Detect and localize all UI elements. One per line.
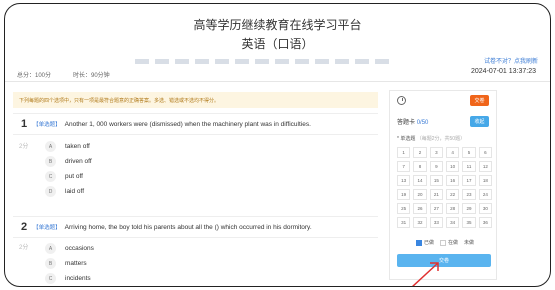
question-cell[interactable]: 9 bbox=[429, 161, 443, 172]
question-cell[interactable]: 12 bbox=[478, 161, 492, 172]
current-swatch-icon bbox=[440, 239, 447, 246]
option-d[interactable]: D laid off bbox=[45, 186, 84, 197]
legend-current: 在做 bbox=[440, 239, 458, 246]
option-text: occasions bbox=[65, 245, 94, 252]
question-cell[interactable]: 4 bbox=[445, 147, 460, 158]
legend-undone: 未做 bbox=[464, 239, 474, 246]
question-cell[interactable]: 2 bbox=[413, 147, 427, 158]
question-cell[interactable]: 25 bbox=[397, 203, 411, 214]
option-letter: C bbox=[45, 273, 56, 284]
clock-icon bbox=[397, 96, 406, 105]
answer-card-label: 答题卡 bbox=[397, 120, 416, 126]
question-cell[interactable]: 17 bbox=[462, 175, 476, 186]
option-letter: A bbox=[45, 243, 56, 254]
option-text: laid off bbox=[65, 188, 85, 195]
question-header: 1 【单选题】 Another 1, 000 workers were (dis… bbox=[13, 113, 378, 135]
question-cell[interactable]: 23 bbox=[462, 189, 476, 200]
question-number: 2 bbox=[21, 221, 28, 233]
question-cell[interactable]: 16 bbox=[445, 175, 460, 186]
question-cell[interactable]: 36 bbox=[478, 217, 492, 228]
legend-label: 未做 bbox=[464, 240, 475, 246]
option-text: incidents bbox=[65, 275, 91, 282]
question-type: 【单选题】 bbox=[33, 225, 61, 231]
legend-label: 已做 bbox=[424, 240, 435, 246]
question-cell[interactable]: 7 bbox=[397, 161, 411, 172]
page-header: 高等学历继续教育在线学习平台 英语（口语） 试卷不对？点我刷新 总分：100分 … bbox=[5, 4, 550, 82]
option-letter: B bbox=[45, 156, 56, 167]
question-points: 2分 bbox=[19, 245, 29, 251]
total-score: 总分：100分 bbox=[17, 73, 52, 79]
question-cell[interactable]: 3 bbox=[429, 147, 443, 158]
question-cell[interactable]: 13 bbox=[397, 175, 411, 186]
question-cell[interactable]: 8 bbox=[413, 161, 427, 172]
time-limit: 时长：90分钟 bbox=[73, 73, 110, 79]
platform-title: 高等学历继续教育在线学习平台 bbox=[193, 18, 362, 32]
question-cell[interactable]: 14 bbox=[413, 175, 427, 186]
option-text: taken off bbox=[65, 143, 90, 150]
option-letter: C bbox=[45, 171, 56, 182]
question-cell[interactable]: 26 bbox=[413, 203, 427, 214]
question-cell[interactable]: 10 bbox=[445, 161, 460, 172]
question-cell[interactable]: 29 bbox=[462, 203, 476, 214]
question-cell[interactable]: 32 bbox=[413, 217, 427, 228]
question-cell[interactable]: 28 bbox=[445, 203, 460, 214]
question-cell[interactable]: 20 bbox=[413, 189, 427, 200]
answer-card-title: 答题卡 0/50 bbox=[397, 117, 428, 126]
blurred-info bbox=[135, 59, 395, 64]
question-cell[interactable]: 22 bbox=[445, 189, 460, 200]
question-number: 1 bbox=[21, 118, 28, 130]
instructions-banner: 下列每题的四个选项中，只有一项是最符合题意的正确答案。多选、错选或不选均不得分。 bbox=[13, 92, 378, 108]
option-text: matters bbox=[65, 260, 87, 267]
submit-exam-button[interactable]: 交卷 bbox=[470, 95, 489, 106]
answer-card-panel: 交卷 答题卡 0/50 收起 * 单选题 （每题2分，共50题） 1234567… bbox=[389, 90, 497, 280]
section-label: * 单选题 bbox=[397, 136, 416, 142]
question-cell[interactable]: 1 bbox=[397, 147, 411, 158]
question-cell[interactable]: 6 bbox=[478, 147, 492, 158]
option-letter: B bbox=[45, 258, 56, 269]
question-cell[interactable]: 5 bbox=[462, 147, 476, 158]
question-type: 【单选题】 bbox=[33, 122, 61, 128]
option-a[interactable]: A occasions bbox=[45, 243, 94, 254]
option-letter: A bbox=[45, 141, 56, 152]
option-c[interactable]: C incidents bbox=[45, 273, 91, 284]
option-c[interactable]: C put off bbox=[45, 171, 83, 182]
question-cell[interactable]: 24 bbox=[478, 189, 492, 200]
question-cell[interactable]: 35 bbox=[462, 217, 476, 228]
question-cell[interactable]: 11 bbox=[462, 161, 476, 172]
question-cell[interactable]: 15 bbox=[429, 175, 443, 186]
question-text: Arriving home, the boy told his parents … bbox=[64, 223, 312, 231]
question-points: 2分 bbox=[19, 144, 29, 150]
question-cell[interactable]: 27 bbox=[429, 203, 443, 214]
question-cell[interactable]: 34 bbox=[445, 217, 460, 228]
option-a[interactable]: A taken off bbox=[45, 141, 90, 152]
question-cell[interactable]: 19 bbox=[397, 189, 411, 200]
section-note: （每题2分，共50题） bbox=[416, 136, 466, 142]
exam-window: 高等学历继续教育在线学习平台 英语（口语） 试卷不对？点我刷新 总分：100分 … bbox=[4, 3, 551, 287]
course-title: 英语（口语） bbox=[241, 37, 314, 51]
collapse-button[interactable]: 收起 bbox=[470, 116, 489, 127]
question-cell[interactable]: 30 bbox=[478, 203, 492, 214]
answer-card-count: 0/50 bbox=[416, 120, 429, 126]
section-heading: * 单选题 （每题2分，共50题） bbox=[397, 135, 465, 142]
question-cell[interactable]: 21 bbox=[429, 189, 443, 200]
question-header: 2 【单选题】 Arriving home, the boy told his … bbox=[13, 216, 378, 238]
done-swatch-icon bbox=[416, 239, 422, 246]
legend-label: 在做 bbox=[448, 240, 459, 246]
question-text: Another 1, 000 workers were (dismissed) … bbox=[64, 120, 311, 128]
option-b[interactable]: B driven off bbox=[45, 156, 92, 167]
question-cell[interactable]: 18 bbox=[478, 175, 492, 186]
question-cell[interactable]: 31 bbox=[397, 217, 411, 228]
option-text: put off bbox=[65, 173, 83, 180]
question-grid: 1 2 3 4 5 6 7 8 9 10 11 12 13 14 15 16 17 18 19 20 21 22 23 24 2… bbox=[397, 147, 492, 228]
question-cell[interactable]: 33 bbox=[429, 217, 443, 228]
option-letter: D bbox=[45, 186, 56, 197]
status-legend: 已做 在做 未做 bbox=[416, 239, 480, 246]
current-datetime: 2024-07-01 13:37:23 bbox=[471, 68, 536, 75]
option-b[interactable]: B matters bbox=[45, 258, 87, 269]
red-arrow-icon bbox=[411, 262, 439, 286]
legend-done: 已做 bbox=[416, 239, 434, 246]
refresh-link[interactable]: 试卷不对？点我刷新 bbox=[484, 56, 538, 65]
option-text: driven off bbox=[65, 158, 92, 165]
